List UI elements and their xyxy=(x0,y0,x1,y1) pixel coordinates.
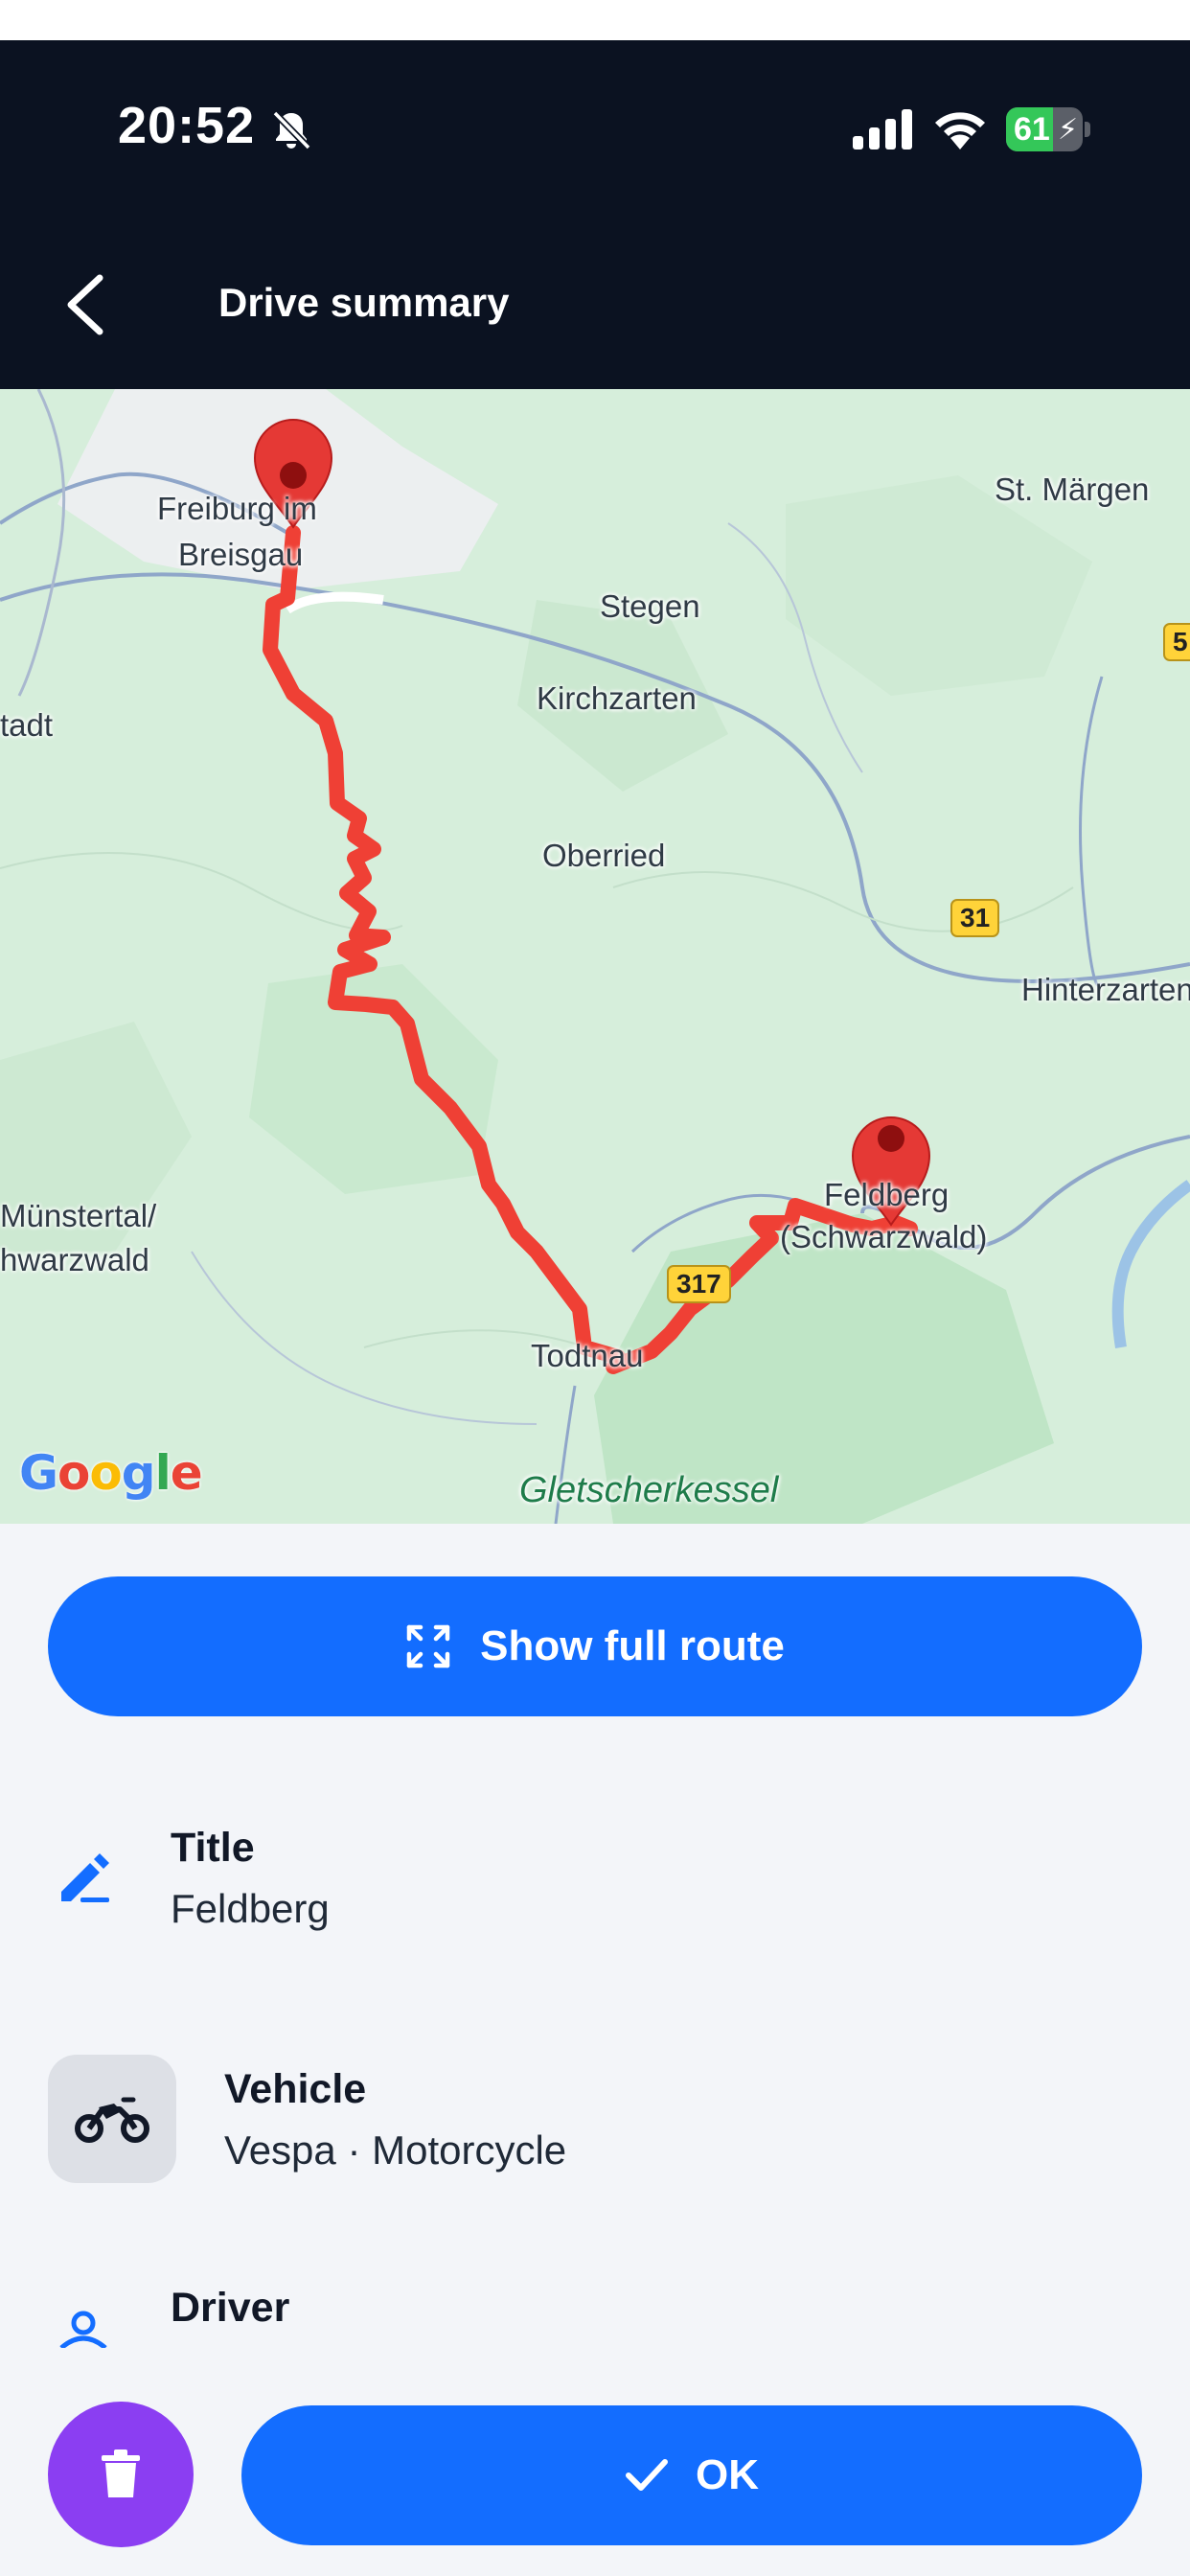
map-label-stadt: tadt xyxy=(0,707,54,743)
top-strip xyxy=(0,0,1190,40)
ok-button[interactable]: OK xyxy=(241,2405,1142,2545)
map-label-feldberg-1: Feldberg xyxy=(824,1177,950,1212)
page-title: Drive summary xyxy=(218,280,510,325)
trash-icon xyxy=(102,2450,140,2497)
signal-icon xyxy=(853,109,912,150)
map-label-kirchzarten: Kirchzarten xyxy=(537,680,697,716)
map-label-feldberg-2: (Schwarzwald) xyxy=(780,1219,988,1254)
bottom-action-bar: OK xyxy=(0,2348,1190,2576)
map-label-oberried: Oberried xyxy=(542,838,666,873)
vehicle-label: Vehicle xyxy=(224,2066,367,2112)
chevron-left-icon xyxy=(67,274,103,335)
map-label-freiburg-2: Breisgau xyxy=(178,537,304,572)
map-label-munstertal-2: hwarzwald xyxy=(0,1242,149,1277)
map-label-hinterzarten: Hinterzarten xyxy=(1021,972,1190,1007)
route-map[interactable]: Freiburg im Breisgau St. Märgen Stegen K… xyxy=(0,389,1190,1524)
map-label-munstertal-1: Münstertal/ xyxy=(0,1198,157,1233)
motorcycle-icon xyxy=(75,2097,149,2143)
battery-percent: 61 xyxy=(1014,111,1050,148)
map-label-gletscherkessel: Gletscherkessel xyxy=(519,1470,779,1510)
map-label-todtnau: Todtnau xyxy=(531,1338,644,1373)
battery-charging-icon: 61 ⚡ xyxy=(1006,107,1090,151)
vehicle-thumbnail xyxy=(48,2055,176,2183)
wifi-icon xyxy=(935,112,985,150)
road-badge-5: 5 xyxy=(1163,623,1190,661)
status-time: 20:52 xyxy=(118,97,256,154)
driver-label: Driver xyxy=(171,2285,290,2331)
show-full-route-label: Show full route xyxy=(480,1622,785,1669)
map-label-freiburg-1: Freiburg im xyxy=(157,491,317,526)
ok-label: OK xyxy=(696,2451,759,2498)
title-value[interactable]: Feldberg xyxy=(171,1886,330,1932)
back-button[interactable] xyxy=(54,266,115,343)
road-badge-31: 31 xyxy=(950,899,1000,937)
vehicle-value[interactable]: Vespa · Motorcycle xyxy=(224,2128,566,2174)
checkmark-icon xyxy=(626,2459,668,2491)
map-label-stegen: Stegen xyxy=(600,588,700,624)
map-label-st-margen: St. Märgen xyxy=(995,472,1150,507)
delete-button[interactable] xyxy=(48,2402,194,2547)
expand-icon xyxy=(406,1624,450,1668)
app-header xyxy=(0,40,1190,389)
person-icon xyxy=(59,2311,107,2348)
title-label: Title xyxy=(171,1825,255,1871)
pencil-icon xyxy=(61,1853,109,1902)
bell-slash-icon xyxy=(272,110,311,150)
google-attribution: Google xyxy=(19,1445,203,1501)
show-full-route-button[interactable]: Show full route xyxy=(48,1576,1142,1716)
road-badge-317: 317 xyxy=(667,1265,731,1303)
